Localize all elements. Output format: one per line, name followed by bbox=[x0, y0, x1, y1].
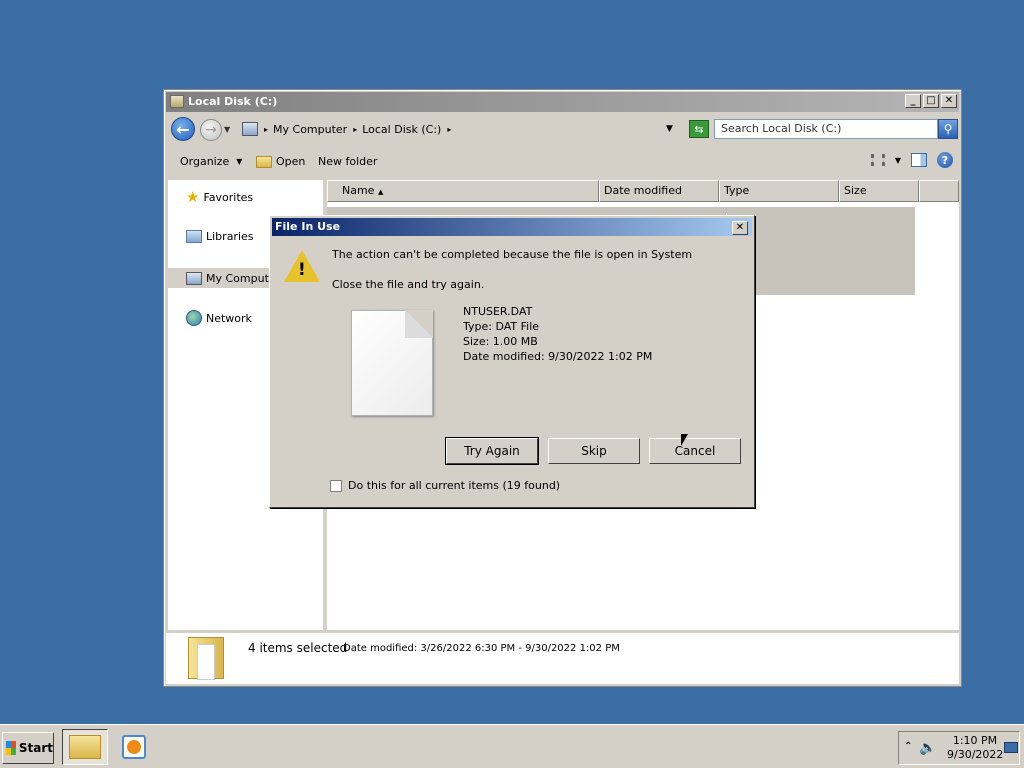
file-name: NTUSER.DAT bbox=[463, 305, 533, 318]
open-button[interactable]: Open bbox=[256, 155, 305, 168]
details-pane: 4 items selected Date modified: 3/26/202… bbox=[166, 632, 959, 684]
address-dropdown-icon[interactable]: ▼ bbox=[666, 124, 673, 134]
help-icon[interactable]: ? bbox=[937, 152, 953, 168]
dialog-title: File In Use bbox=[275, 220, 341, 233]
dialog-close-button[interactable]: ✕ bbox=[732, 221, 748, 235]
address-bar[interactable]: ▸ My Computer ▸ Local Disk (C:) ▸ bbox=[238, 118, 686, 140]
organize-button[interactable]: Organize ▼ bbox=[180, 155, 242, 168]
column-headers: Name ▲ Date modified Type Size bbox=[327, 180, 959, 202]
close-button[interactable]: ✕ bbox=[941, 94, 957, 108]
forward-button[interactable]: → bbox=[200, 119, 222, 141]
try-again-button[interactable]: Try Again bbox=[445, 437, 539, 465]
nav-item-network[interactable]: Network bbox=[186, 310, 252, 326]
back-button[interactable]: ← bbox=[171, 117, 195, 141]
computer-icon bbox=[186, 271, 202, 285]
selection-count: 4 items selected bbox=[248, 641, 348, 655]
breadcrumb-local-disk[interactable]: ▸ Local Disk (C:) bbox=[353, 123, 441, 136]
media-player-icon bbox=[122, 735, 146, 759]
volume-icon[interactable]: 🔈 bbox=[919, 740, 936, 756]
command-bar: Organize ▼ Open New folder ▼ ? bbox=[166, 148, 959, 176]
views-icon[interactable] bbox=[870, 154, 885, 166]
nav-item-favorites[interactable]: ★ Favorites bbox=[186, 188, 253, 206]
breadcrumb-chevron-icon[interactable]: ▸ bbox=[447, 125, 456, 134]
apply-to-all-label: Do this for all current items (19 found) bbox=[348, 479, 561, 492]
dialog-message: The action can't be completed because th… bbox=[332, 248, 693, 261]
network-icon bbox=[186, 310, 202, 326]
selection-date: Date modified: 3/26/2022 6:30 PM - 9/30/… bbox=[343, 643, 620, 654]
column-date-modified[interactable]: Date modified bbox=[599, 180, 719, 202]
apply-to-all-option[interactable]: Do this for all current items (19 found) bbox=[330, 479, 560, 492]
taskbar-media-player-button[interactable] bbox=[114, 729, 154, 765]
show-hidden-icons-chevron-icon[interactable]: ⌃ bbox=[904, 741, 912, 752]
breadcrumb-my-computer[interactable]: ▸ My Computer bbox=[264, 123, 347, 136]
taskbar-explorer-button[interactable] bbox=[62, 729, 108, 765]
minimize-button[interactable]: _ bbox=[905, 94, 921, 108]
explorer-titlebar[interactable]: Local Disk (C:) _ □ ✕ bbox=[166, 92, 959, 112]
windows-logo-icon bbox=[6, 741, 16, 755]
warning-mark: ! bbox=[298, 260, 306, 280]
clock-date: 9/30/2022 bbox=[947, 748, 1004, 761]
folder-icon bbox=[188, 637, 224, 680]
start-button[interactable]: Start bbox=[2, 732, 54, 764]
apply-to-all-checkbox[interactable] bbox=[330, 479, 342, 492]
search-icon[interactable]: ⚲ bbox=[938, 119, 958, 139]
mouse-cursor-icon bbox=[681, 434, 688, 446]
refresh-button[interactable]: ⇆ bbox=[689, 120, 709, 138]
dialog-instruction: Close the file and try again. bbox=[332, 278, 485, 291]
dialog-titlebar[interactable]: File In Use ✕ bbox=[272, 218, 752, 236]
window-controls: _ □ ✕ bbox=[905, 94, 957, 108]
column-type[interactable]: Type bbox=[719, 180, 839, 202]
search-input[interactable]: Search Local Disk (C:) bbox=[714, 119, 938, 139]
column-extra[interactable] bbox=[919, 180, 959, 202]
file-size: Size: 1.00 MB bbox=[463, 335, 538, 348]
new-folder-button[interactable]: New folder bbox=[318, 155, 377, 168]
libraries-icon bbox=[186, 230, 202, 243]
cancel-button[interactable]: Cancel bbox=[649, 438, 741, 464]
file-in-use-dialog: File In Use ✕ ! The action can't be comp… bbox=[269, 215, 755, 508]
folder-open-icon bbox=[256, 155, 272, 168]
skip-button[interactable]: Skip bbox=[548, 438, 640, 464]
clock-time: 1:10 PM bbox=[952, 734, 998, 747]
notification-area: ⌃ 🔈 1:10 PM 9/30/2022 bbox=[898, 731, 1020, 765]
computer-icon bbox=[242, 122, 258, 136]
drive-icon bbox=[170, 95, 184, 108]
view-controls: ▼ ? bbox=[870, 152, 953, 168]
show-desktop-icon[interactable] bbox=[1004, 742, 1018, 753]
clock[interactable]: 1:10 PM 9/30/2022 bbox=[947, 734, 1003, 762]
address-row: ← → ▼ ▸ My Computer ▸ Local Disk (C:) ▸ ▼ … bbox=[166, 114, 959, 144]
maximize-button[interactable]: □ bbox=[923, 94, 939, 108]
file-date: Date modified: 9/30/2022 1:02 PM bbox=[463, 350, 653, 363]
file-icon bbox=[351, 310, 433, 416]
nav-item-libraries[interactable]: Libraries bbox=[186, 230, 254, 243]
preview-pane-icon[interactable] bbox=[911, 153, 927, 167]
history-dropdown-icon[interactable]: ▼ bbox=[224, 125, 230, 134]
file-details: NTUSER.DAT Type: DAT File Size: 1.00 MB … bbox=[463, 304, 652, 364]
views-dropdown-icon[interactable]: ▼ bbox=[895, 156, 901, 165]
explorer-folder-icon bbox=[69, 735, 101, 759]
explorer-title: Local Disk (C:) bbox=[188, 95, 278, 108]
column-name[interactable]: Name ▲ bbox=[327, 180, 599, 202]
column-size[interactable]: Size bbox=[839, 180, 919, 202]
file-type: Type: DAT File bbox=[463, 320, 540, 333]
taskbar: Start ⌃ 🔈 1:10 PM 9/30/2022 bbox=[0, 724, 1024, 768]
star-icon: ★ bbox=[186, 188, 200, 206]
